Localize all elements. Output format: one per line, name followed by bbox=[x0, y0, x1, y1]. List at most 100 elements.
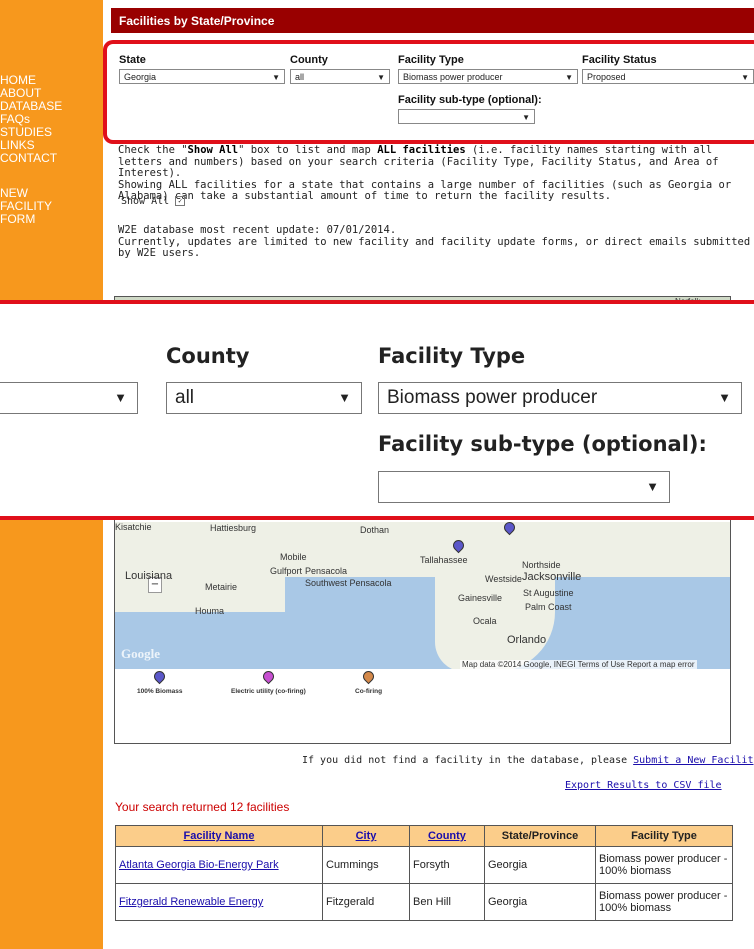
facility-status-label: Facility Status bbox=[582, 54, 657, 66]
column-header-city[interactable]: City bbox=[322, 825, 410, 847]
map-place-label: Westside bbox=[485, 574, 522, 584]
map-attribution[interactable]: Map data ©2014 Google, INEGI Terms of Us… bbox=[460, 660, 697, 669]
results-count: Your search returned 12 facilities bbox=[115, 800, 290, 814]
city-cell: Fitzgerald bbox=[322, 883, 410, 921]
instructions-text: Check the " bbox=[118, 144, 188, 156]
city-cell: Cummings bbox=[322, 846, 410, 884]
map-place-label: Jacksonville bbox=[522, 571, 582, 583]
facility-type-select-value: Biomass power producer bbox=[403, 72, 503, 82]
legend-item: Co-firing bbox=[355, 668, 383, 695]
legend-label: Co-firing bbox=[355, 688, 383, 695]
map-place-label: St Augustine bbox=[523, 588, 574, 598]
show-all-checkbox[interactable]: ✓ bbox=[175, 196, 186, 206]
nav-new-facility-line1: NEW bbox=[0, 186, 28, 200]
facility-subtype-select[interactable]: ▼ bbox=[398, 109, 535, 124]
facility-name-cell: Fitzgerald Renewable Energy bbox=[115, 883, 323, 921]
map-place-label: Tallahassee bbox=[420, 555, 468, 565]
facility-status-select[interactable]: Proposed ▼ bbox=[582, 69, 754, 84]
export-row: Export Results to CSV file bbox=[565, 780, 722, 791]
state-select[interactable]: Georgia ▼ bbox=[119, 69, 285, 84]
state-cell: Georgia bbox=[484, 846, 596, 884]
export-csv-link[interactable]: Export Results to CSV file bbox=[565, 780, 722, 791]
zoomed-facility-subtype-select[interactable]: ▼ bbox=[378, 471, 670, 503]
sort-county-link[interactable]: County bbox=[428, 830, 466, 842]
chevron-down-icon: ▼ bbox=[565, 73, 573, 82]
legend-pin-icon bbox=[151, 668, 168, 685]
map-place-label: Palm Coast bbox=[525, 602, 572, 612]
map-place-label: Gainesville bbox=[458, 593, 503, 603]
page-title-bar: Facilities by State/Province bbox=[111, 8, 754, 33]
update-policy-text: Currently, updates are limited to new fa… bbox=[118, 235, 751, 259]
map-place-label: Pensacola bbox=[305, 566, 348, 576]
submit-facility-link[interactable]: Submit a New Facility Form bbox=[633, 755, 754, 766]
map-place-label: Louisiana bbox=[125, 570, 173, 582]
map-place-label: Metairie bbox=[205, 582, 238, 592]
instructions-bold-all-facilities: ALL facilities bbox=[377, 144, 466, 156]
county-cell: Ben Hill bbox=[409, 883, 485, 921]
zoomed-county-select-value: all bbox=[175, 387, 195, 408]
map-place-label: Houma bbox=[195, 606, 225, 616]
zoomed-county-select[interactable]: all ▼ bbox=[166, 382, 362, 414]
map-tiles[interactable]: − Kisatchie Hattiesburg Dothan Mobile Gu… bbox=[115, 522, 730, 669]
map-land bbox=[115, 522, 730, 577]
page-title: Facilities by State/Province bbox=[119, 14, 275, 28]
map-place-label: Gulfport bbox=[270, 566, 303, 576]
legend-item: 100% Biomass bbox=[137, 668, 183, 695]
zoomed-facility-type-select-value: Biomass power producer bbox=[387, 387, 598, 408]
county-cell: Forsyth bbox=[409, 846, 485, 884]
table-row: Fitzgerald Renewable Energy Fitzgerald B… bbox=[115, 883, 733, 921]
sort-facility-name-link[interactable]: Facility Name bbox=[184, 830, 255, 842]
zoomed-facility-type-select[interactable]: Biomass power producer ▼ bbox=[378, 382, 742, 414]
legend-label: 100% Biomass bbox=[137, 688, 183, 695]
show-all-row: Show All ✓ bbox=[121, 196, 754, 208]
nav-new-facility-line2: FACILITY bbox=[0, 199, 53, 213]
state-label: State bbox=[119, 54, 146, 66]
column-header-county[interactable]: County bbox=[409, 825, 485, 847]
zoomed-state-select[interactable]: Georgia▼ bbox=[0, 382, 138, 414]
nav-new-facility-link[interactable]: NEW FACILITY FORM bbox=[0, 187, 103, 226]
column-header-state: State/Province bbox=[484, 825, 596, 847]
map-place-label: Southwest Pensacola bbox=[305, 578, 392, 588]
facility-type-cell: Biomass power producer - 100% biomass bbox=[595, 883, 733, 921]
county-label: County bbox=[290, 54, 328, 66]
chevron-down-icon: ▼ bbox=[114, 390, 127, 405]
sidebar-nav: HOME ABOUT DATABASE FAQs STUDIES LINKS C… bbox=[0, 74, 103, 226]
facility-type-label: Facility Type bbox=[398, 54, 464, 66]
map-place-label: Ocala bbox=[473, 616, 497, 626]
sort-city-link[interactable]: City bbox=[356, 830, 377, 842]
map-place-label: Northside bbox=[522, 560, 561, 570]
show-all-label: Show All bbox=[121, 196, 170, 207]
zoomed-facility-subtype-label: Facility sub-type (optional): bbox=[378, 432, 707, 456]
show-all-instructions: Check the "Show All" box to list and map… bbox=[118, 144, 754, 203]
table-header-row: Facility Name City County State/Province… bbox=[115, 825, 733, 847]
results-table: Facility Name City County State/Province… bbox=[115, 825, 733, 921]
map-brand-logo: Google bbox=[121, 646, 160, 661]
zoomed-filter-callout: Georgia▼ County all ▼ Facility Type Bioma… bbox=[0, 300, 754, 520]
column-header-facility-name[interactable]: Facility Name bbox=[115, 825, 323, 847]
update-info: W2E database most recent update: 07/01/2… bbox=[118, 224, 754, 260]
chevron-down-icon: ▼ bbox=[646, 479, 659, 494]
facility-name-link[interactable]: Atlanta Georgia Bio-Energy Park bbox=[119, 859, 279, 871]
chevron-down-icon: ▼ bbox=[522, 113, 530, 122]
state-cell: Georgia bbox=[484, 883, 596, 921]
facility-name-cell: Atlanta Georgia Bio-Energy Park bbox=[115, 846, 323, 884]
instructions-text: " box to list and map bbox=[238, 144, 378, 156]
chevron-down-icon: ▼ bbox=[272, 73, 280, 82]
legend-pin-icon bbox=[260, 668, 277, 685]
map-place-label: Hattiesburg bbox=[210, 523, 257, 533]
zoomed-county-label: County bbox=[166, 344, 250, 368]
chevron-down-icon: ▼ bbox=[718, 390, 731, 405]
county-select[interactable]: all ▼ bbox=[290, 69, 390, 84]
legend-item: Electric utility (co-firing) bbox=[231, 668, 306, 695]
facility-name-link[interactable]: Fitzgerald Renewable Energy bbox=[119, 896, 263, 908]
chevron-down-icon: ▼ bbox=[741, 73, 749, 82]
nav-contact-link[interactable]: CONTACT bbox=[0, 152, 103, 165]
zoomed-facility-type-label: Facility Type bbox=[378, 344, 526, 368]
map-place-label: Orlando bbox=[507, 634, 547, 646]
state-select-value: Georgia bbox=[124, 72, 157, 82]
facility-type-select[interactable]: Biomass power producer ▼ bbox=[398, 69, 578, 84]
update-date-text: W2E database most recent update: 07/01/2… bbox=[118, 224, 397, 236]
table-row: Atlanta Georgia Bio-Energy Park Cummings… bbox=[115, 846, 733, 884]
legend-label: Electric utility (co-firing) bbox=[231, 688, 306, 695]
nav-new-facility-line3: FORM bbox=[0, 212, 36, 226]
